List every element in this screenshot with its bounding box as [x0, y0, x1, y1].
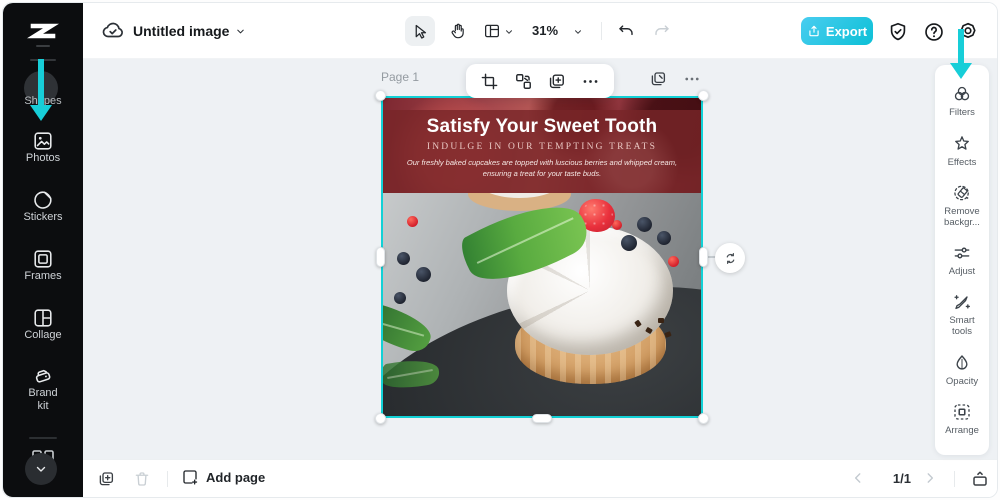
- privacy-shield-icon[interactable]: [887, 21, 909, 43]
- select-tool-button[interactable]: [405, 16, 435, 46]
- hand-tool-button[interactable]: [443, 16, 473, 46]
- crop-icon[interactable]: [480, 72, 499, 91]
- sidebar-item-frames[interactable]: Frames: [3, 248, 83, 283]
- resize-canvas-button[interactable]: [477, 16, 507, 46]
- upload-icon: [809, 25, 819, 37]
- poster-image: Satisfy Your Sweet Tooth INDULGE IN OUR …: [381, 96, 703, 418]
- sidebar-item-stickers[interactable]: Stickers: [3, 189, 83, 224]
- resize-handle-bottom-left[interactable]: [375, 413, 386, 424]
- bottom-divider: [167, 471, 168, 487]
- rotate-icon: [726, 252, 734, 264]
- sidebar-divider-bottom: [29, 437, 57, 439]
- remove-background-icon: [952, 183, 972, 203]
- export-button[interactable]: Export: [801, 17, 873, 45]
- frames-icon: [32, 248, 54, 270]
- bottom-divider-right: [954, 471, 955, 487]
- sidebar-item-fragment: [36, 45, 50, 47]
- chevron-down-icon[interactable]: [573, 27, 583, 37]
- next-page-icon[interactable]: [923, 471, 937, 485]
- header: Untitled image 31% Export: [83, 3, 997, 59]
- collage-icon: [32, 307, 54, 329]
- panel-item-filters[interactable]: Filters: [949, 84, 975, 118]
- page-indicator: 1/1: [892, 471, 911, 486]
- adjust-icon: [952, 243, 972, 263]
- resize-handle-bottom[interactable]: [532, 414, 552, 423]
- replace-icon[interactable]: [514, 72, 533, 91]
- add-page-button[interactable]: Add page: [181, 468, 265, 486]
- sidebar-item-brand-kit[interactable]: Brand kit: [3, 365, 83, 413]
- undo-button[interactable]: [611, 16, 641, 46]
- help-icon[interactable]: [923, 21, 945, 43]
- resize-handle-right[interactable]: [699, 247, 708, 267]
- panel-item-adjust[interactable]: Adjust: [949, 243, 975, 277]
- blueberry: [397, 251, 411, 265]
- zoom-level[interactable]: 31%: [523, 3, 567, 59]
- sidebar-collapse-button[interactable]: [25, 453, 57, 485]
- page-actions: [649, 70, 701, 88]
- duplicate-icon[interactable]: [547, 72, 566, 91]
- chevron-down-icon[interactable]: [235, 26, 246, 37]
- poster-title: Satisfy Your Sweet Tooth: [426, 116, 658, 137]
- header-divider: [601, 22, 602, 40]
- blueberry: [416, 267, 432, 283]
- more-options-icon[interactable]: [581, 72, 600, 91]
- panel-item-remove-background[interactable]: Remove backgr...: [944, 183, 980, 228]
- stickers-icon: [32, 189, 54, 211]
- resize-handle-top-left[interactable]: [375, 90, 386, 101]
- page-label: Page 1: [381, 70, 420, 84]
- app-window: Shapes Photos Stickers Frames Collage Br…: [2, 2, 998, 498]
- selection-toolbar: [466, 64, 614, 98]
- right-tools-panel: Filters Effects Remove backgr... Adjust …: [935, 65, 989, 455]
- sidebar-divider-top: [30, 59, 56, 61]
- duplicate-page-icon[interactable]: [97, 470, 115, 488]
- brand-kit-icon: [32, 365, 54, 387]
- panel-item-arrange[interactable]: Arrange: [945, 402, 979, 436]
- currant: [406, 215, 418, 227]
- document-title[interactable]: Untitled image: [133, 3, 229, 59]
- resize-handle-bottom-right[interactable]: [698, 413, 709, 424]
- rotate-button[interactable]: [715, 243, 745, 273]
- panel-item-smart-tools[interactable]: Smart tools: [949, 292, 975, 337]
- sidebar-item-collage[interactable]: Collage: [3, 307, 83, 342]
- canvas-area[interactable]: Page 1 Satisfy Your Sweet Tooth INDULGE …: [83, 59, 997, 459]
- redo-button[interactable]: [647, 16, 677, 46]
- filters-icon: [952, 84, 972, 104]
- berry-tart: [454, 193, 687, 393]
- sidebar-item-shapes[interactable]: Shapes: [3, 95, 83, 107]
- cupcake-photo: [381, 193, 703, 418]
- page-more-icon[interactable]: [683, 70, 701, 88]
- resize-handle-left[interactable]: [376, 247, 385, 267]
- bottom-bar: Add page 1/1: [83, 459, 997, 497]
- previous-page-icon[interactable]: [851, 471, 865, 485]
- opacity-icon: [952, 353, 972, 373]
- panel-item-opacity[interactable]: Opacity: [946, 353, 978, 387]
- poster-subtitle: INDULGE IN OUR TEMPTING TREATS: [426, 142, 658, 152]
- add-page-icon: [181, 468, 199, 486]
- settings-gear-icon[interactable]: [957, 21, 979, 43]
- capcut-logo-icon[interactable]: [27, 15, 59, 47]
- arrange-icon: [952, 402, 972, 422]
- poster-text: Satisfy Your Sweet Tooth INDULGE IN OUR …: [381, 110, 703, 193]
- cloud-sync-icon: [101, 19, 125, 43]
- blueberry: [393, 292, 406, 304]
- chevron-down-icon[interactable]: [504, 27, 514, 37]
- poster-body: Our freshly baked cupcakes are topped wi…: [406, 158, 678, 178]
- photos-icon: [32, 130, 54, 152]
- present-icon[interactable]: [971, 470, 989, 488]
- effects-icon: [952, 134, 972, 154]
- selected-image[interactable]: Satisfy Your Sweet Tooth INDULGE IN OUR …: [375, 90, 709, 424]
- left-sidebar: Shapes Photos Stickers Frames Collage Br…: [3, 3, 83, 497]
- panel-item-effects[interactable]: Effects: [948, 134, 976, 168]
- sidebar-item-photos[interactable]: Photos: [3, 130, 83, 165]
- resize-handle-top-right[interactable]: [698, 90, 709, 101]
- smart-tools-icon: [952, 292, 972, 312]
- copy-page-icon[interactable]: [649, 70, 667, 88]
- delete-page-icon[interactable]: [133, 470, 151, 488]
